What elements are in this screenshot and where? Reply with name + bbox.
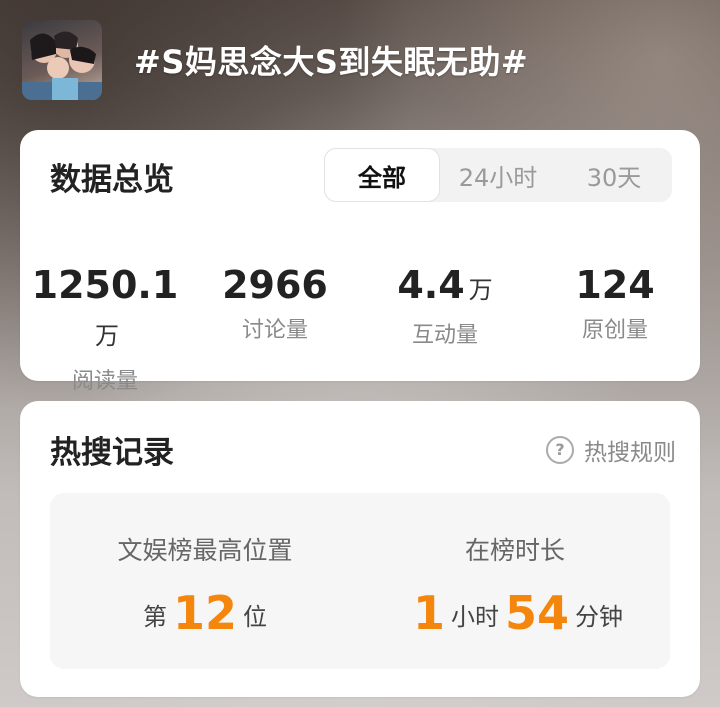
rules-label: 热搜规则 (584, 440, 676, 466)
duration-hours: 1 (412, 586, 445, 640)
hot-search-title: 热搜记录 (50, 435, 174, 471)
tab-all[interactable]: 全部 (324, 148, 440, 202)
highest-rank-heading: 文娱榜最高位置 (117, 536, 293, 565)
duration-minutes-unit: 分钟 (575, 603, 624, 631)
hot-search-stats-box: 文娱榜最高位置 第 12 位 在榜时长 1 小时 54 分钟 (50, 493, 670, 669)
topic-avatar[interactable] (22, 20, 102, 100)
rank-suffix: 位 (243, 603, 267, 631)
reads-unit: 万 (95, 322, 119, 350)
on-list-duration: 在榜时长 1 小时 54 分钟 (360, 493, 670, 669)
discussions-label: 讨论量 (241, 318, 308, 343)
reads-label: 阅读量 (71, 369, 138, 394)
rank-value: 12 (172, 586, 237, 640)
tab-24h[interactable]: 24小时 (440, 148, 556, 202)
duration-heading: 在榜时长 (464, 536, 565, 565)
stat-originals: 124 原创量 (530, 262, 700, 395)
originals-label: 原创量 (581, 318, 648, 343)
avatar-image-icon (22, 31, 102, 100)
discussions-value: 2966 (222, 263, 328, 307)
time-range-tabs: 全部 24小时 30天 (324, 148, 672, 202)
duration-minutes: 54 (505, 586, 570, 640)
stat-discussions: 2966 讨论量 (190, 262, 360, 395)
stat-interactions: 4.4 万 互动量 (360, 262, 530, 395)
interactions-unit: 万 (468, 276, 493, 304)
originals-value: 124 (575, 263, 655, 307)
interactions-value: 4.4 (397, 263, 465, 307)
stat-reads: 1250.1 万 阅读量 (20, 262, 190, 395)
topic-title: #S妈思念大S到失眠无助# (134, 43, 529, 81)
overview-stats: 1250.1万 阅读量 2966 讨论量 4.4 万 互动量 124 原创量 (20, 262, 700, 395)
reads-value: 1250.1 (31, 263, 179, 307)
data-overview-card: 数据总览 全部 24小时 30天 1250.1 万 阅读量 2966 讨论量 4.… (20, 130, 700, 394)
hot-search-card: 热搜记录 ? 热搜规则 文娱榜最高位置 第 12 位 在榜时长 1 小时 54 分钟 (20, 401, 700, 697)
hot-search-rules-link[interactable]: ? 热搜规则 (546, 433, 676, 467)
duration-hours-unit: 小时 (451, 603, 499, 631)
highest-rank: 文娱榜最高位置 第 12 位 (50, 493, 360, 669)
question-icon: ? (546, 436, 574, 464)
interactions-label: 互动量 (411, 323, 478, 348)
overview-title: 数据总览 (50, 162, 174, 198)
rank-prefix: 第 (142, 603, 167, 631)
tab-30d[interactable]: 30天 (556, 148, 672, 202)
topic-header: #S妈思念大S到失眠无助# (22, 20, 702, 100)
